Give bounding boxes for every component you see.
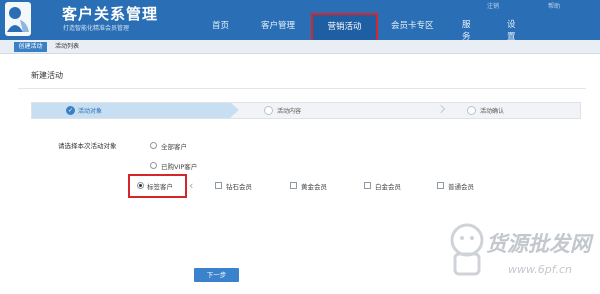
app-subtitle: 打造智能化精准会员管理 (63, 25, 130, 32)
option-tagged-customers-label: 标签客户 (147, 183, 173, 191)
step-content-label: 活动内容 (277, 108, 302, 115)
radio-all-customers[interactable] (150, 142, 157, 149)
checkbox-platinum-member[interactable] (364, 182, 371, 189)
checkbox-diamond-member[interactable] (215, 182, 222, 189)
chevron-left-icon: ‹ (189, 179, 194, 192)
check-icon: ✓ (66, 106, 75, 115)
radio-tagged-customers[interactable] (137, 182, 144, 189)
step-confirm-label: 活动确认 (480, 108, 505, 115)
top-header: 客户关系管理 打造智能化精准会员管理 注销 帮助 首页 客户管理 营销活动 会员… (0, 0, 600, 42)
next-step-button[interactable]: 下一步 (194, 268, 239, 282)
diamond-member-label: 钻石会员 (226, 183, 252, 191)
step-confirm-circle-icon (467, 106, 476, 115)
tab-create-campaign[interactable]: 创建活动 (14, 42, 47, 52)
tab-campaign-list[interactable]: 活动列表 (55, 42, 79, 52)
gold-member-label: 黄金会员 (301, 183, 327, 191)
step-target[interactable]: ✓ 活动对象 (32, 103, 231, 118)
help-link[interactable]: 帮助 (548, 1, 560, 10)
step-arrow (231, 103, 239, 117)
nav-membership-cards[interactable]: 会员卡专区 (391, 19, 434, 31)
user-logo-icon (5, 2, 31, 36)
nav-customer-management[interactable]: 客户管理 (261, 19, 295, 31)
app-title: 客户关系管理 (62, 5, 159, 23)
logout-link[interactable]: 注销 (487, 1, 499, 10)
nav-marketing-label: 营销活动 (327, 22, 362, 32)
chevron-right-icon (436, 104, 446, 114)
option-all-customers-label: 全部客户 (161, 143, 187, 151)
nav-marketing-campaigns[interactable]: 营销活动 (311, 13, 378, 42)
regular-member-label: 普通会员 (448, 183, 474, 191)
watermark-url: www.6pf.cn (508, 263, 572, 276)
step-target-label: 活动对象 (78, 108, 103, 115)
radio-vip-customers[interactable] (150, 162, 157, 169)
target-prompt-label: 请选择本次活动对象 (58, 142, 117, 150)
page-title: 新建活动 (31, 71, 63, 80)
checkbox-gold-member[interactable] (290, 182, 297, 189)
watermark-text: 货源批发网 (486, 232, 591, 256)
checkbox-regular-member[interactable] (437, 182, 444, 189)
step-content-circle-icon (264, 106, 273, 115)
platinum-member-label: 白金会员 (375, 183, 401, 191)
progress-steps: ✓ 活动对象 活动内容 活动确认 (31, 102, 581, 119)
nav-home[interactable]: 首页 (212, 19, 229, 31)
option-vip-customers-label: 已购VIP客户 (161, 163, 198, 171)
sub-navigation: 创建活动 活动列表 (0, 40, 600, 54)
watermark-mascot-icon (450, 223, 484, 276)
title-divider (18, 88, 586, 89)
